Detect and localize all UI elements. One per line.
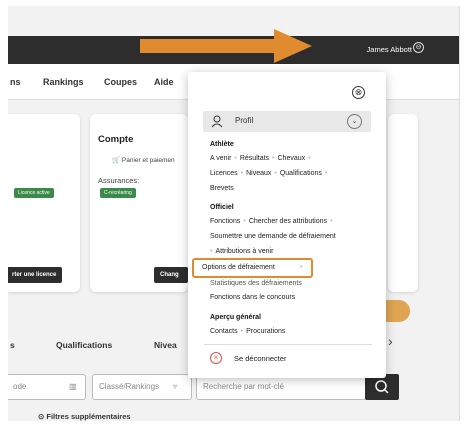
chevron-down-icon: ▿ bbox=[173, 382, 178, 391]
link-a-venir[interactable]: A venir bbox=[210, 155, 231, 162]
account-title: Compte bbox=[98, 134, 134, 145]
athlete-row-1: A venir • Résultats • Chevaux • bbox=[210, 155, 311, 162]
link-statistiques-defraiements[interactable]: Statistiques des défraiements bbox=[210, 280, 302, 287]
link-qualifications[interactable]: Qualifications bbox=[280, 170, 322, 177]
link-fonctions[interactable]: Fonctions bbox=[210, 218, 240, 225]
official-heading: Officiel bbox=[210, 204, 234, 211]
link-niveaux[interactable]: Niveaux bbox=[246, 170, 271, 177]
chevron-down-icon: ⌄ bbox=[347, 114, 362, 129]
ranking-select-value: Classé/Rankings bbox=[99, 382, 160, 391]
overview-row: Contacts • Procurations bbox=[210, 328, 286, 335]
calendar-icon[interactable]: ▥ bbox=[69, 375, 77, 399]
change-button[interactable]: Chang bbox=[154, 267, 188, 283]
official-row-3: • Attributions à venir bbox=[210, 248, 274, 255]
link-contacts[interactable]: Contacts bbox=[210, 328, 238, 335]
nav-item-rankings[interactable]: Rankings bbox=[43, 77, 84, 87]
user-icon bbox=[211, 115, 223, 128]
highlighted-menu-item[interactable]: Options de défraiement • bbox=[192, 258, 313, 278]
menu-divider bbox=[204, 344, 372, 345]
logout-link[interactable]: Se déconnecter bbox=[234, 354, 287, 363]
user-dropdown-menu: ⊗ Profil ⌄ Athlète A venir • Résultats • Che… bbox=[188, 72, 386, 378]
overview-heading: Aperçu général bbox=[210, 314, 261, 321]
user-menu-chevron-icon[interactable]: ⊝ bbox=[413, 42, 424, 53]
link-chercher-attributions[interactable]: Chercher des attributions bbox=[249, 218, 327, 225]
separator-dot: • bbox=[300, 264, 303, 271]
link-soumettre-defraiement[interactable]: Soumettre une demande de défraiement bbox=[210, 233, 336, 240]
nav-item-partial[interactable]: ns bbox=[10, 77, 21, 87]
link-options-defraiement[interactable]: Options de défraiement bbox=[202, 264, 275, 271]
cart-link[interactable]: 🛒 Panier et paiemen bbox=[112, 156, 175, 164]
link-resultats[interactable]: Résultats bbox=[240, 155, 269, 162]
licence-card bbox=[8, 114, 80, 292]
profile-accordion[interactable]: Profil ⌄ bbox=[203, 111, 371, 132]
logout-icon[interactable]: × bbox=[210, 352, 222, 364]
close-icon[interactable]: ⊗ bbox=[352, 86, 365, 99]
ranking-select[interactable]: Classé/Rankings ▿ bbox=[92, 374, 192, 400]
orange-arrow-icon bbox=[140, 29, 312, 63]
keyword-search-placeholder: Recherche par mot-clé bbox=[203, 382, 284, 391]
athlete-row-2: Licences • Niveaux • Qualifications • bbox=[210, 170, 328, 177]
nav-item-coupes[interactable]: Coupes bbox=[104, 77, 137, 87]
nav-item-aide[interactable]: Aide bbox=[154, 77, 174, 87]
code-input-value: ode bbox=[13, 382, 27, 391]
extra-filters-label: Filtres supplémentaires bbox=[46, 412, 131, 421]
profile-label: Profil bbox=[235, 116, 254, 125]
cart-label: Panier et paiemen bbox=[121, 157, 175, 164]
chevron-right-icon[interactable]: › bbox=[388, 333, 393, 349]
link-fonctions-concours[interactable]: Fonctions dans le concours bbox=[210, 294, 295, 301]
athlete-heading: Athlète bbox=[210, 141, 234, 148]
side-card bbox=[388, 114, 418, 292]
app-screenshot: W James Abbott ⊝ ns Rankings Coupes Aide… bbox=[8, 6, 460, 421]
link-procurations[interactable]: Procurations bbox=[246, 328, 285, 335]
report-licence-button[interactable]: rter une licence bbox=[8, 267, 63, 283]
cart-icon: 🛒 bbox=[112, 157, 122, 164]
official-row-1: Fonctions • Chercher des attributions • bbox=[210, 218, 333, 225]
tab-niveaux[interactable]: Nivea bbox=[154, 340, 177, 350]
link-chevaux[interactable]: Chevaux bbox=[278, 155, 306, 162]
tab-qualifications[interactable]: Qualifications bbox=[56, 340, 112, 350]
athlete-row-3: Brevets bbox=[210, 185, 234, 192]
extra-filters-toggle[interactable]: ⊙ Filtres supplémentaires bbox=[38, 412, 131, 421]
code-input[interactable]: ode ▥ bbox=[8, 374, 86, 400]
tab-partial[interactable]: s bbox=[10, 340, 15, 350]
user-name[interactable]: James Abbott bbox=[367, 45, 412, 54]
link-attributions-a-venir[interactable]: Attributions à venir bbox=[215, 248, 273, 255]
licence-status-badge: Licence active bbox=[14, 188, 54, 198]
insurance-status-badge: C-recréaring bbox=[100, 188, 136, 198]
link-brevets[interactable]: Brevets bbox=[210, 185, 234, 192]
insurance-label: Assurances: bbox=[98, 176, 140, 185]
link-licences[interactable]: Licences bbox=[210, 170, 238, 177]
